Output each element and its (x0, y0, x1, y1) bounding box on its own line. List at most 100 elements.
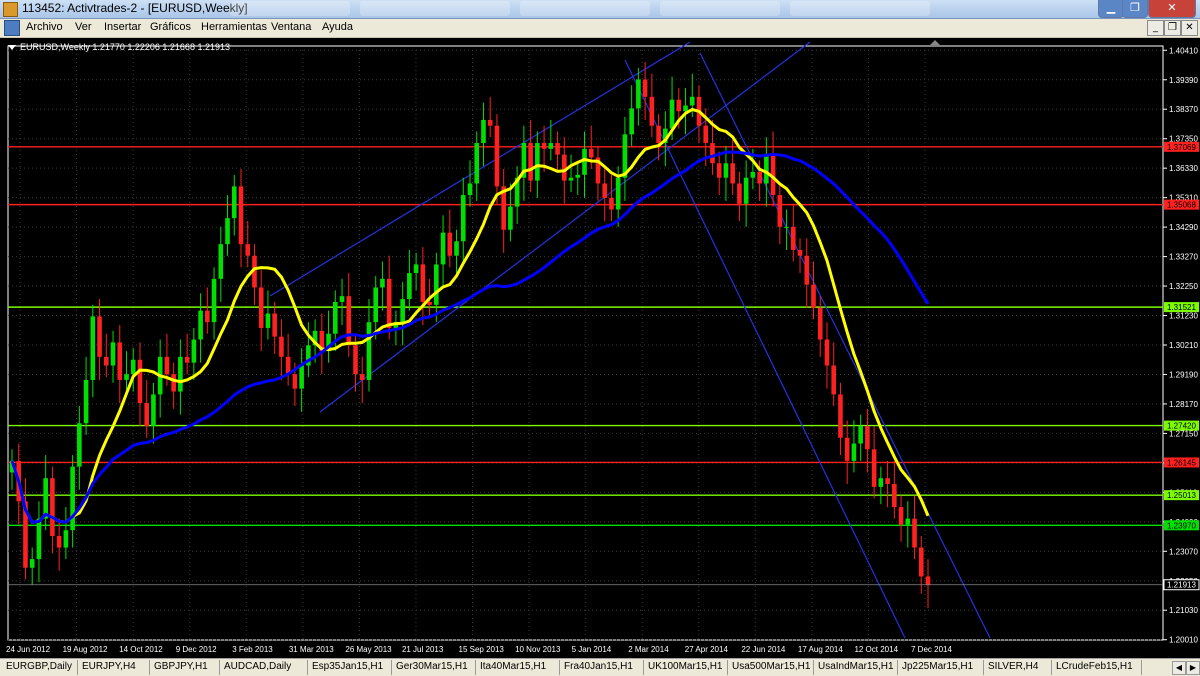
candle-body (555, 143, 560, 155)
candle-body (905, 518, 911, 525)
background-tab (520, 1, 650, 16)
menu-graficos[interactable]: Gráficos (150, 21, 191, 33)
candle-body (460, 195, 466, 242)
tab-scroll-left-icon[interactable]: ◀ (1172, 661, 1186, 675)
candle-body (615, 177, 621, 210)
candle-body (434, 264, 439, 305)
window-title: 113452: Activtrades-2 - [EURUSD,Weekly] (22, 1, 248, 15)
level-price-label: 1.25013 (1167, 491, 1196, 500)
close-icon[interactable]: ✕ (1148, 0, 1196, 18)
candle-body (90, 316, 96, 380)
candle-body (669, 99, 675, 129)
menu-herramientas[interactable]: Herramientas (201, 21, 267, 33)
candle-body (332, 301, 338, 334)
candle-body (561, 154, 567, 181)
chart-tab[interactable]: Fra40Jan15,H1 (560, 660, 644, 675)
chart-tab[interactable]: UK100Mar15,H1 (644, 660, 728, 675)
y-tick-label: 1.21030 (1169, 606, 1198, 615)
menu-ventana[interactable]: Ventana (271, 21, 311, 33)
chart-tab[interactable]: AUDCAD,Daily (220, 660, 308, 675)
candle-body (151, 394, 156, 427)
chart-window[interactable]: 1.40410 1.39390 1.38370 1.37350 1.36330 1.353… (0, 38, 1200, 658)
level-price-label: 1.37069 (1167, 143, 1196, 152)
chart-tab[interactable]: Ger30Mar15,H1 (392, 660, 476, 675)
candle-body (184, 356, 190, 363)
candle-body (568, 177, 574, 181)
candle-body (743, 177, 749, 204)
price-chart[interactable]: 1.404101.393901.383701.373501.363301.353… (0, 38, 1200, 658)
chart-header: EURUSD,Weekly 1.21770 1.22206 1.21668 1.… (8, 42, 230, 52)
shift-marker-icon (930, 40, 940, 45)
minimize-icon[interactable]: ▁ (1098, 0, 1124, 18)
candle-body (191, 339, 197, 363)
menu-ver[interactable]: Ver (75, 21, 92, 33)
chart-tab[interactable]: EURGBP,Daily (2, 660, 78, 675)
candle-body (764, 154, 769, 184)
candle-body (824, 339, 830, 366)
mdi-minimize-icon[interactable]: _ (1147, 20, 1164, 36)
background-tab (360, 1, 510, 16)
y-tick-label: 1.39390 (1169, 76, 1198, 85)
candle-body (63, 530, 69, 548)
candle-body (198, 310, 203, 340)
chart-tab[interactable]: Ita40Mar15,H1 (476, 660, 560, 675)
chart-window-icon[interactable] (4, 20, 20, 36)
chart-tab[interactable]: SILVER,H4 (984, 660, 1052, 675)
menu-ayuda[interactable]: Ayuda (322, 21, 353, 33)
candle-body (797, 249, 803, 256)
tab-scroll-right-icon[interactable]: ▶ (1186, 661, 1200, 675)
candle-body (676, 99, 682, 112)
chart-tab[interactable]: Jp225Mar15,H1 (898, 660, 984, 675)
title-bar: 113452: Activtrades-2 - [EURUSD,Weekly] … (0, 0, 1200, 19)
chart-tab[interactable]: GBPJPY,H1 (150, 660, 220, 675)
dropdown-triangle-icon[interactable] (8, 45, 16, 51)
candle-body (541, 143, 547, 149)
candle-body (454, 241, 459, 256)
mdi-restore-icon[interactable]: ❐ (1164, 20, 1181, 36)
candle-body (865, 426, 870, 450)
level-price-label: 1.27420 (1167, 422, 1196, 431)
y-tick-label: 1.20010 (1169, 636, 1198, 645)
candle-body (878, 478, 884, 487)
background-tab (790, 1, 930, 16)
menu-insertar[interactable]: Insertar (104, 21, 141, 33)
candle-body (474, 143, 480, 184)
chart-tab[interactable]: LCrudeFeb15,H1 (1052, 660, 1142, 675)
candle-body (211, 278, 217, 323)
chart-tab[interactable]: UsaIndMar15,H1 (814, 660, 898, 675)
candle-body (636, 79, 641, 109)
candle-body (279, 336, 284, 357)
candle-body (750, 171, 756, 178)
candle-body (130, 359, 136, 375)
candle-body (467, 183, 473, 196)
x-tick-label: 2 Mar 2014 (628, 645, 669, 654)
level-price-label: 1.26145 (1167, 458, 1196, 467)
candle-body (548, 143, 554, 149)
chart-tab[interactable]: Esp35Jan15,H1 (308, 660, 392, 675)
candle-body (43, 478, 48, 519)
candle-body (117, 342, 123, 380)
chart-tab[interactable]: EURJPY,H4 (78, 660, 150, 675)
chart-tab[interactable]: Usa500Mar15,H1 (728, 660, 814, 675)
maximize-icon[interactable]: ❐ (1122, 0, 1148, 18)
y-tick-label: 1.38370 (1169, 105, 1198, 114)
candle-body (784, 226, 789, 228)
candle-body (811, 284, 816, 308)
candle-body (535, 143, 540, 181)
candle-body (918, 547, 924, 577)
x-tick-label: 22 Jun 2014 (741, 645, 786, 654)
app-icon (3, 2, 18, 17)
candle-body (144, 403, 150, 427)
candle-body (359, 374, 365, 380)
x-tick-label: 10 Nov 2013 (515, 645, 561, 654)
candle-body (50, 478, 55, 536)
menu-archivo[interactable]: Archivo (26, 21, 63, 33)
candle-body (353, 345, 358, 375)
candle-body (757, 171, 762, 184)
candle-body (400, 299, 405, 323)
mdi-close-icon[interactable]: ✕ (1181, 20, 1198, 36)
x-tick-label: 3 Feb 2013 (232, 645, 273, 654)
candle-body (892, 483, 897, 508)
candle-body (231, 186, 237, 219)
candle-body (205, 310, 210, 323)
